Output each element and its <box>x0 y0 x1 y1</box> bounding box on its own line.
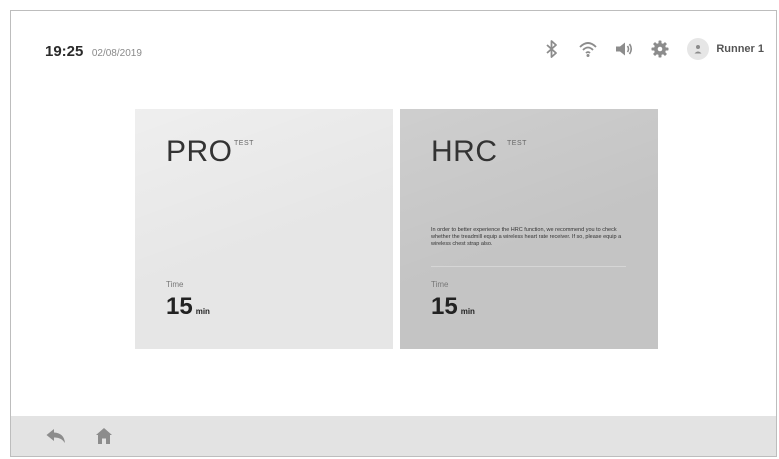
card-title: HRC <box>431 135 498 168</box>
time-unit: min <box>460 307 475 316</box>
gear-icon[interactable] <box>649 38 671 60</box>
user-profile[interactable]: Runner 1 <box>687 38 764 60</box>
back-icon <box>46 429 65 443</box>
back-button[interactable] <box>43 423 69 449</box>
pro-test-card[interactable]: PRO TEST Time 15 min <box>135 109 393 349</box>
wifi-icon[interactable] <box>577 38 599 60</box>
time-number: 15 <box>431 293 458 320</box>
bluetooth-icon[interactable] <box>541 38 563 60</box>
time-unit: min <box>195 307 210 316</box>
clock-date: 02/08/2019 <box>91 48 142 59</box>
card-title: PRO <box>166 135 233 168</box>
app-window: 19:25 02/08/2019 Runner 1 PRO TEST Time … <box>10 10 777 457</box>
time-value: 15 min <box>431 293 475 321</box>
status-bar: Runner 1 <box>541 35 764 63</box>
time-value: 15 min <box>166 293 210 321</box>
card-tag: TEST <box>507 140 527 147</box>
home-icon <box>96 428 112 444</box>
card-tag: TEST <box>234 140 254 147</box>
volume-icon[interactable] <box>613 38 635 60</box>
time-label: Time <box>431 280 449 289</box>
time-number: 15 <box>166 293 193 320</box>
user-icon <box>687 38 710 60</box>
divider <box>431 266 626 267</box>
bottom-nav-bar <box>11 416 776 456</box>
clock: 19:25 02/08/2019 <box>45 43 142 61</box>
home-button[interactable] <box>91 423 117 449</box>
time-label: Time <box>166 280 184 289</box>
card-description: In order to better experience the HRC fu… <box>431 227 622 247</box>
user-name: Runner 1 <box>716 43 764 55</box>
hrc-test-card[interactable]: HRC TEST In order to better experience t… <box>400 109 658 349</box>
clock-time: 19:25 <box>45 43 84 60</box>
